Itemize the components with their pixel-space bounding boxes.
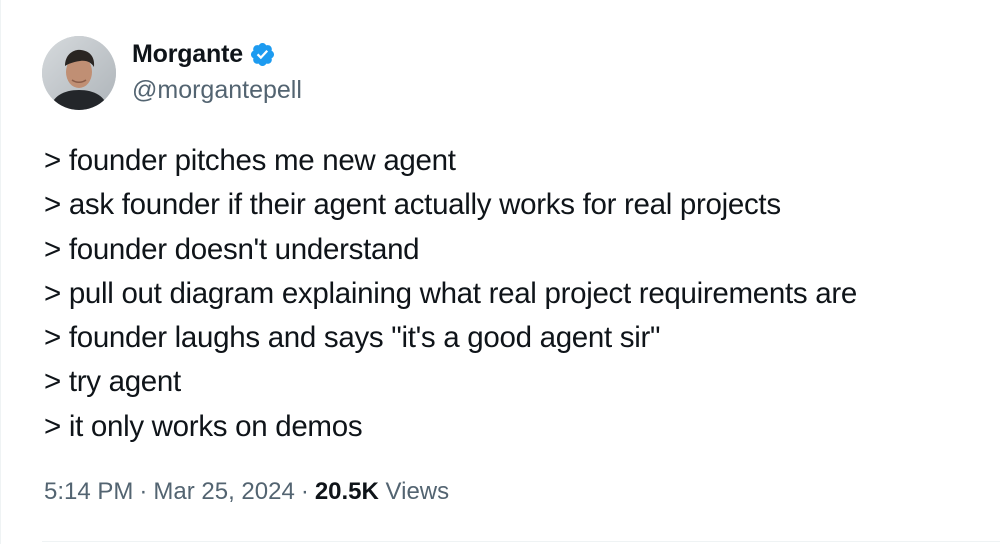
tweet-line: > ask founder if their agent actually wo… — [44, 188, 781, 222]
views-count[interactable]: 20.5K — [315, 478, 379, 505]
meta-separator: · — [300, 478, 309, 505]
tweet-line: > pull out diagram explaining what real … — [44, 276, 857, 310]
meta-separator: · — [139, 478, 148, 505]
tweet-metadata: 5:14 PM · Mar 25, 2024 · 20.5K Views — [44, 478, 449, 506]
tweet-line: > founder laughs and says "it's a good a… — [44, 321, 661, 355]
tweet-line: > try agent — [44, 365, 181, 399]
author-display-name[interactable]: Morgante — [132, 40, 243, 69]
bottom-divider — [42, 541, 1000, 542]
tweet-body: > founder pitches me new agent > ask fou… — [44, 139, 984, 449]
profile-photo-icon — [42, 36, 116, 110]
author-name-row: Morgante — [132, 38, 276, 70]
tweet-time[interactable]: 5:14 PM — [44, 478, 133, 505]
tweet-date[interactable]: Mar 25, 2024 — [153, 478, 294, 505]
tweet-line: > it only works on demos — [44, 409, 363, 443]
author-handle[interactable]: @morgantepell — [132, 76, 302, 105]
tweet-line: > founder doesn't understand — [44, 232, 420, 266]
tweet-card: Morgante @morgantepell > founder pitches… — [0, 0, 1000, 544]
verified-badge-icon[interactable] — [249, 41, 276, 68]
author-avatar[interactable] — [42, 36, 116, 110]
tweet-line: > founder pitches me new agent — [44, 144, 456, 177]
views-label[interactable]: Views — [386, 478, 450, 505]
